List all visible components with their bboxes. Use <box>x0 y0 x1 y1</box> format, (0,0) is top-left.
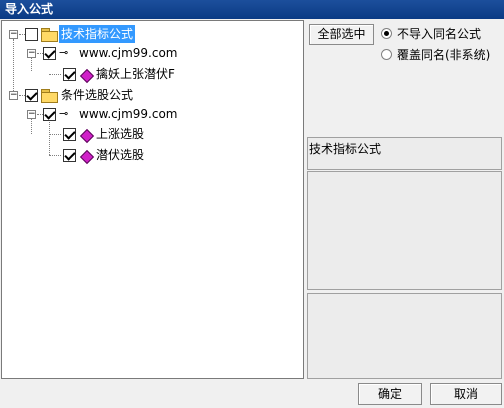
tree-node-formula[interactable]: 上涨选股 <box>2 126 302 144</box>
key-icon: ⊸ <box>59 107 69 120</box>
radio-skip-duplicates[interactable] <box>381 28 392 39</box>
formula-label[interactable]: 潜伏选股 <box>96 146 144 164</box>
collapse-toggle-icon[interactable]: − <box>9 30 18 39</box>
tree-node-source[interactable]: − ⊸ www.cjm99.com <box>2 45 302 63</box>
tree-node-group[interactable]: − 条件选股公式 <box>2 86 302 104</box>
formula-checkbox[interactable] <box>63 68 76 81</box>
collapse-toggle-icon[interactable]: − <box>27 49 36 58</box>
formula-icon <box>79 128 95 144</box>
source-checkbox[interactable] <box>43 47 56 60</box>
cancel-button[interactable]: 取消 <box>430 383 502 405</box>
group-label[interactable]: 技术指标公式 <box>59 25 136 43</box>
collapse-toggle-icon[interactable]: − <box>9 91 18 100</box>
ok-button[interactable]: 确定 <box>358 383 422 405</box>
info-panel-category: 技术指标公式 <box>307 137 502 170</box>
formula-checkbox[interactable] <box>63 149 76 162</box>
group-checkbox[interactable] <box>25 89 38 102</box>
source-label[interactable]: www.cjm99.com <box>79 44 178 62</box>
formula-checkbox[interactable] <box>63 128 76 141</box>
formula-label[interactable]: 擒妖上张潜伏F <box>96 65 175 83</box>
formula-tree[interactable]: − 技术指标公式 − ⊸ www.cjm99.com 擒妖上张潜伏F − 条件选… <box>1 20 304 379</box>
info-panel-description <box>307 171 502 290</box>
radio-overwrite-duplicates-label[interactable]: 覆盖同名(非系统) <box>397 46 490 63</box>
folder-icon <box>41 89 58 103</box>
folder-icon <box>41 28 58 42</box>
window-title: 导入公式 <box>0 0 504 19</box>
group-checkbox[interactable] <box>25 28 38 41</box>
info-panel-details <box>307 293 502 379</box>
radio-skip-duplicates-label[interactable]: 不导入同名公式 <box>397 25 481 42</box>
tree-node-formula[interactable]: 擒妖上张潜伏F <box>2 66 302 84</box>
group-label[interactable]: 条件选股公式 <box>61 86 133 104</box>
formula-icon <box>79 149 95 165</box>
formula-icon <box>79 68 95 84</box>
tree-node-formula[interactable]: 潜伏选股 <box>2 147 302 165</box>
key-icon: ⊸ <box>59 46 69 59</box>
radio-overwrite-duplicates[interactable] <box>381 49 392 60</box>
tree-node-source[interactable]: − ⊸ www.cjm99.com <box>2 106 302 124</box>
select-all-button[interactable]: 全部选中 <box>309 24 374 45</box>
source-checkbox[interactable] <box>43 108 56 121</box>
collapse-toggle-icon[interactable]: − <box>27 110 36 119</box>
tree-node-group[interactable]: − 技术指标公式 <box>2 25 302 43</box>
category-text: 技术指标公式 <box>309 142 382 156</box>
source-label[interactable]: www.cjm99.com <box>79 105 178 123</box>
formula-label[interactable]: 上涨选股 <box>96 125 144 143</box>
